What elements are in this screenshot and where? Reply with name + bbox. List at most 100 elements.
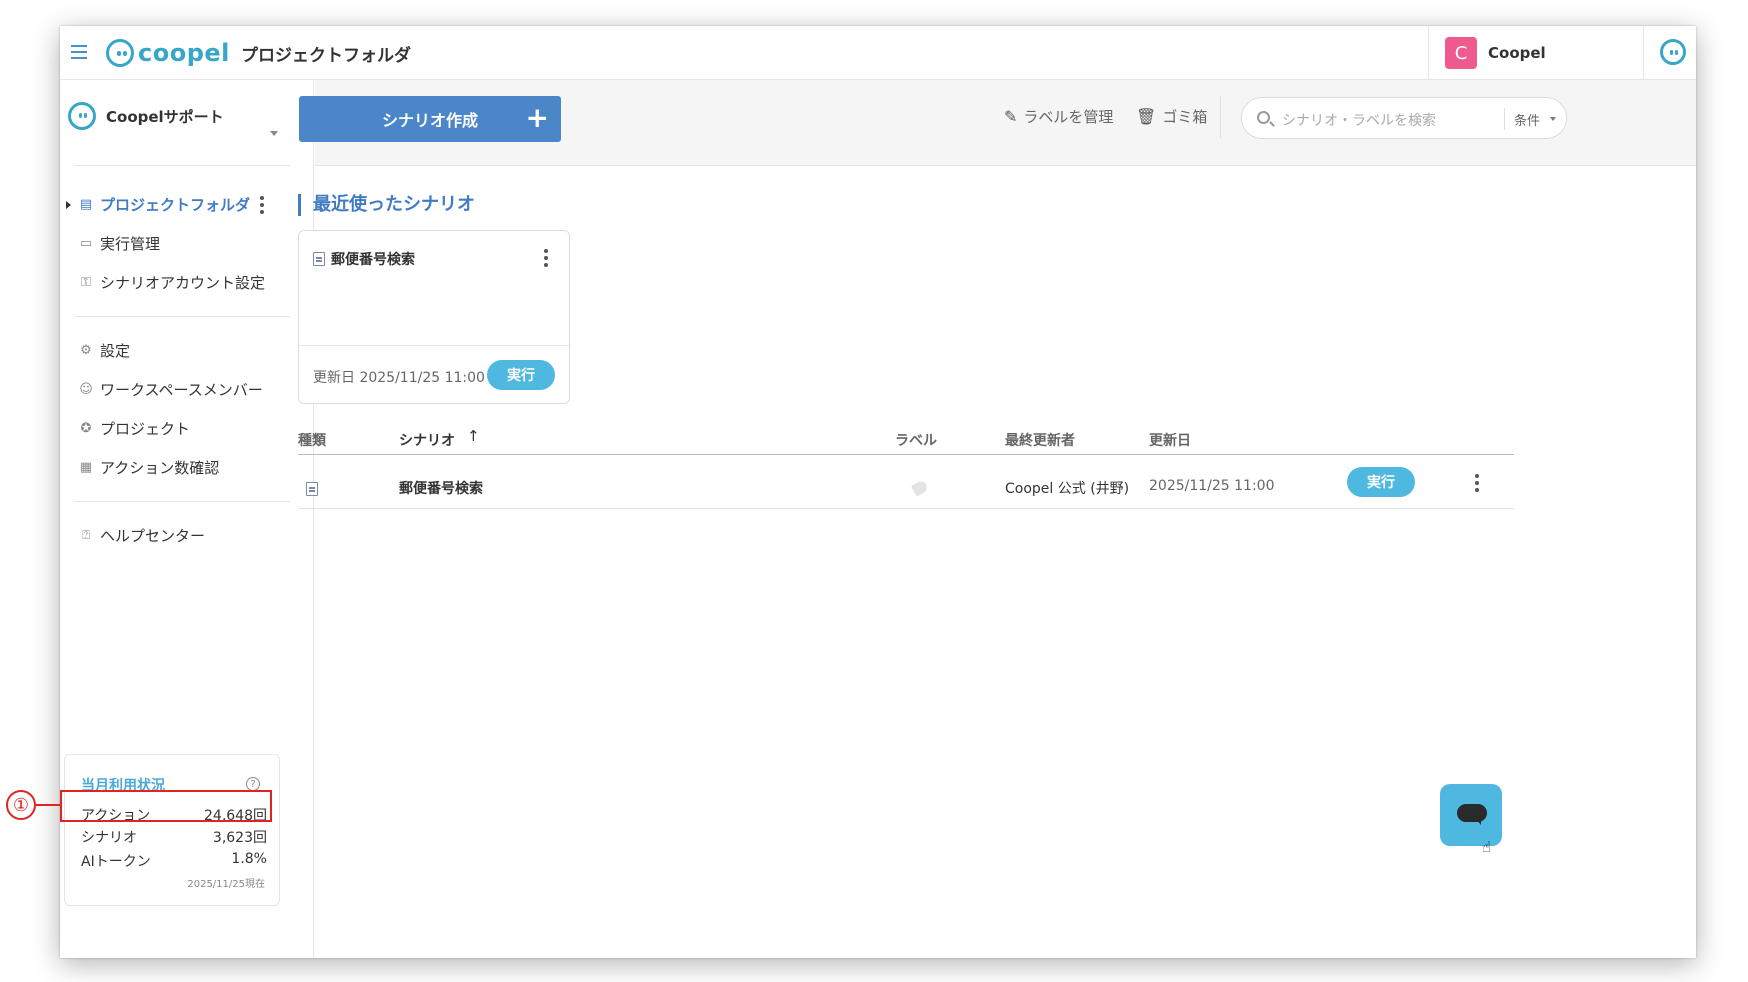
sidebar-item-label: 設定 xyxy=(100,341,131,360)
card-title[interactable]: 郵便番号検索 xyxy=(313,249,415,269)
workspace-selector[interactable]: Coopelサポート xyxy=(68,100,288,132)
document-icon xyxy=(306,482,318,496)
chevron-down-icon[interactable] xyxy=(270,131,278,136)
chevron-down-icon xyxy=(1550,117,1556,121)
sidebar-item-label: プロジェクトフォルダ xyxy=(100,195,251,214)
plus-icon: + xyxy=(525,101,549,134)
sidebar-item-action-count[interactable]: ▦ アクション数確認 xyxy=(78,455,298,479)
condition-dropdown[interactable]: 条件 xyxy=(1514,110,1540,129)
column-header-updater: 最終更新者 xyxy=(1005,433,1075,449)
sidebar-item-members[interactable]: ☺ ワークスペースメンバー xyxy=(78,377,298,401)
sidebar-item-label: シナリオアカウント設定 xyxy=(100,273,266,292)
chart-icon: ▦ xyxy=(79,459,93,475)
trash-button[interactable]: 🗑 ゴミ箱 xyxy=(1136,106,1207,127)
row-updater: Coopel 公式 (井野) xyxy=(1005,481,1130,497)
user-menu[interactable]: C Coopel xyxy=(1428,26,1644,80)
divider xyxy=(74,165,290,166)
usage-panel: 当月利用状況 ? アクション 24,648回 シナリオ 3,623回 AIトーク… xyxy=(64,754,280,906)
document-icon xyxy=(313,252,325,266)
sidebar-item-project-folder[interactable]: ▤ プロジェクトフォルダ xyxy=(78,192,298,216)
gear-icon: ⚙ xyxy=(80,342,92,358)
create-scenario-label: シナリオ作成 xyxy=(381,111,478,130)
sidebar-item-label: ワークスペースメンバー xyxy=(100,380,263,399)
usage-as-of-date: 2025/11/25現在 xyxy=(187,879,265,890)
project-folder-more-icon[interactable] xyxy=(260,196,264,217)
column-header-scenario[interactable]: シナリオ xyxy=(399,430,455,450)
search-icon xyxy=(1257,111,1270,124)
search-input[interactable]: シナリオ・ラベルを検索 xyxy=(1282,110,1436,130)
recent-scenario-card[interactable]: 郵便番号検索 更新日 2025/11/25 11:00 実行 xyxy=(298,230,570,404)
card-run-button[interactable]: 実行 xyxy=(487,360,555,390)
help-icon: ⍰ xyxy=(82,527,90,543)
table-header-divider xyxy=(298,454,1514,455)
annotation-highlight-box xyxy=(60,790,272,822)
column-header-label: ラベル xyxy=(895,433,937,449)
brand-name: coopel xyxy=(138,39,230,67)
recent-scenarios-title: 最近使ったシナリオ xyxy=(298,194,475,216)
avatar: C xyxy=(1445,37,1477,69)
user-name: Coopel xyxy=(1488,44,1546,62)
annotation-marker: ① xyxy=(6,790,36,820)
page-title: プロジェクトフォルダ xyxy=(241,46,411,66)
search-divider xyxy=(1504,108,1505,130)
row-updated-date: 2025/11/25 11:00 xyxy=(1149,478,1275,494)
help-circle-icon[interactable]: ? xyxy=(246,777,260,791)
assistant-face-icon[interactable] xyxy=(1660,39,1686,65)
usage-label: シナリオ xyxy=(81,830,137,846)
column-header-updated: 更新日 xyxy=(1149,433,1191,449)
app-window: coopel プロジェクトフォルダ C Coopel Coopelサポート ▤ … xyxy=(60,26,1696,958)
manage-labels-button[interactable]: ✎ ラベルを管理 xyxy=(1004,106,1113,127)
chat-button[interactable] xyxy=(1440,784,1502,846)
chat-bubble-icon xyxy=(1457,804,1487,825)
members-icon: ☺ xyxy=(79,381,93,397)
row-more-icon[interactable] xyxy=(1475,474,1479,495)
hand-cursor-icon: ☝ xyxy=(1482,838,1492,856)
workspace-face-icon xyxy=(68,102,96,130)
usage-row-scenarios: シナリオ 3,623回 xyxy=(81,827,267,847)
window-icon: ▭ xyxy=(79,235,93,251)
tag-icon: ✎ xyxy=(1004,107,1018,126)
column-header-type: 種類 xyxy=(298,433,326,449)
sidebar-item-settings[interactable]: ⚙ 設定 xyxy=(78,338,298,362)
annotation-connector xyxy=(36,804,60,806)
top-bar: coopel プロジェクトフォルダ C Coopel xyxy=(60,26,1696,80)
row-scenario-name[interactable]: 郵便番号検索 xyxy=(399,478,483,498)
create-scenario-button[interactable]: シナリオ作成 + xyxy=(299,96,561,142)
card-more-icon[interactable] xyxy=(544,249,548,270)
divider xyxy=(74,316,290,317)
sidebar: Coopelサポート ▤ プロジェクトフォルダ ▭ 実行管理 ⚿ シナリオアカウ… xyxy=(60,80,314,958)
menu-icon[interactable] xyxy=(71,45,87,59)
sidebar-item-label: プロジェクト xyxy=(100,419,191,438)
table-row-divider xyxy=(298,508,1514,509)
manage-labels-label: ラベルを管理 xyxy=(1023,108,1114,126)
sidebar-item-label: ヘルプセンター xyxy=(100,526,206,545)
sidebar-item-label: 実行管理 xyxy=(100,234,161,253)
sidebar-item-project[interactable]: ✪ プロジェクト xyxy=(78,416,298,440)
divider xyxy=(74,501,290,502)
card-scenario-name: 郵便番号検索 xyxy=(331,252,415,268)
usage-label: AIトークン xyxy=(81,854,151,870)
trash-label: ゴミ箱 xyxy=(1162,108,1208,126)
account-lock-icon: ⚿ xyxy=(81,274,91,290)
sidebar-item-execution[interactable]: ▭ 実行管理 xyxy=(78,231,298,255)
row-run-button[interactable]: 実行 xyxy=(1347,467,1415,497)
sort-ascending-icon[interactable]: ↑ xyxy=(467,427,480,445)
folder-list-icon: ▤ xyxy=(79,196,93,212)
project-icon: ✪ xyxy=(80,420,92,436)
tag-icon[interactable] xyxy=(910,479,930,497)
sidebar-item-help-center[interactable]: ⍰ ヘルプセンター xyxy=(78,523,298,547)
sidebar-item-scenario-account[interactable]: ⚿ シナリオアカウント設定 xyxy=(78,270,298,294)
usage-value: 3,623回 xyxy=(212,830,267,846)
card-footer: 更新日 2025/11/25 11:00 実行 xyxy=(299,345,569,403)
workspace-name: Coopelサポート xyxy=(106,107,224,126)
coopel-face-icon xyxy=(106,39,134,67)
toolbar: シナリオ作成 + ✎ ラベルを管理 🗑 ゴミ箱 シナリオ・ラベルを検索 条件 xyxy=(299,80,1696,166)
usage-value: 1.8% xyxy=(231,851,267,867)
coopel-logo[interactable]: coopel xyxy=(106,39,230,67)
toolbar-divider xyxy=(1220,96,1221,138)
usage-row-ai-tokens: AIトークン 1.8% xyxy=(81,851,267,871)
card-updated-date: 更新日 2025/11/25 11:00 xyxy=(313,370,485,386)
sidebar-item-label: アクション数確認 xyxy=(100,458,220,477)
search-box[interactable]: シナリオ・ラベルを検索 条件 xyxy=(1241,97,1567,139)
expand-arrow-icon[interactable] xyxy=(66,201,71,209)
